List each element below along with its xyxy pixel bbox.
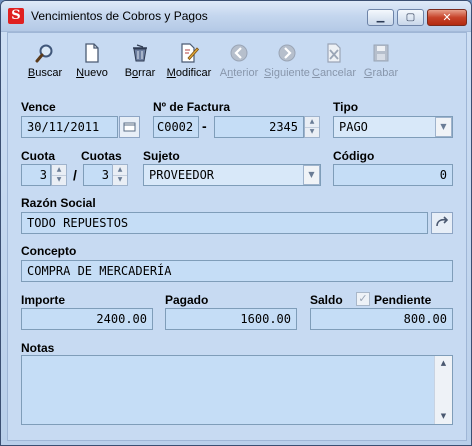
tipo-label: Tipo [333, 100, 359, 114]
concepto-label: Concepto [21, 244, 77, 258]
modificar-button[interactable]: Modificar [165, 43, 213, 85]
date-picker-button[interactable] [119, 116, 140, 138]
siguiente-button[interactable]: Siguiente [263, 43, 311, 85]
importe-field[interactable]: 2400.00 [21, 308, 153, 330]
razon-social-field[interactable]: TODO REPUESTOS [21, 212, 428, 234]
spin-down-icon: ▼ [309, 128, 315, 135]
cuota-label: Cuota [21, 149, 55, 163]
razon-social-label: Razón Social [21, 196, 96, 210]
spin-down-icon: ▼ [56, 176, 62, 183]
concepto-field[interactable]: COMPRA DE MERCADERÍA [21, 260, 453, 282]
codigo-label: Código [333, 149, 375, 163]
calendar-icon [123, 122, 136, 132]
sujeto-label: Sujeto [143, 149, 180, 163]
cuota-field[interactable]: 3 [21, 164, 51, 186]
cuota-separator: / [73, 167, 77, 183]
codigo-field[interactable]: 0 [333, 164, 453, 186]
close-button[interactable]: ✕ [427, 9, 467, 26]
modificar-label: Modificar [166, 67, 212, 79]
saldo-field[interactable]: 800.00 [310, 308, 453, 330]
anterior-button[interactable]: Anterior [217, 43, 261, 85]
notas-text [22, 356, 452, 358]
borrar-label: Borrar [124, 67, 156, 79]
title-bar[interactable]: S Vencimientos de Cobros y Pagos ▁ ▢ ✕ [1, 1, 471, 32]
cuotas-stepper[interactable]: ▲ ▼ [112, 164, 128, 186]
factura-separator: - [202, 118, 207, 134]
pagado-field[interactable]: 1600.00 [165, 308, 297, 330]
arrow-left-icon [230, 44, 248, 62]
search-icon [35, 44, 53, 63]
trash-icon [133, 44, 147, 62]
factura-label: Nº de Factura [153, 100, 231, 114]
spin-down-icon: ▼ [117, 176, 123, 183]
siguiente-label: Siguiente [264, 67, 310, 79]
cuota-stepper[interactable]: ▲ ▼ [51, 164, 67, 186]
redo-arrow-icon [436, 216, 449, 227]
pagado-label: Pagado [165, 293, 209, 307]
cuotas-field[interactable]: 3 [83, 164, 113, 186]
cuotas-label: Cuotas [81, 149, 122, 163]
cancelar-label: Cancelar [311, 67, 357, 79]
sujeto-select[interactable]: PROVEEDOR [143, 164, 321, 186]
pendiente-checkbox[interactable]: ✓ [356, 292, 370, 306]
cancelar-button[interactable]: Cancelar [311, 43, 357, 85]
factura-number-stepper[interactable]: ▲ ▼ [304, 116, 320, 138]
edit-document-icon [181, 43, 199, 63]
notas-textarea[interactable]: ▲ ▼ [21, 355, 453, 425]
app-logo-icon: S [8, 8, 24, 24]
notas-scrollbar[interactable]: ▲ ▼ [434, 356, 452, 424]
factura-prefix-field[interactable]: C0002 [153, 116, 199, 138]
maximize-button[interactable]: ▢ [397, 9, 424, 26]
buscar-button[interactable]: Buscar [25, 43, 65, 85]
notas-label: Notas [21, 341, 55, 355]
new-document-icon [85, 43, 99, 63]
factura-number-field[interactable]: 2345 [214, 116, 304, 138]
importe-label: Importe [21, 293, 66, 307]
nuevo-label: Nuevo [76, 67, 108, 79]
form-area: Buscar Nuevo Borrar Modificar Anterior S… [7, 32, 467, 441]
nuevo-button[interactable]: Nuevo [74, 43, 110, 85]
pendiente-label: Pendiente [374, 293, 432, 307]
vence-date-field[interactable]: 30/11/2011 [21, 116, 118, 138]
scroll-up-icon[interactable]: ▲ [435, 356, 452, 371]
anterior-label: Anterior [219, 67, 259, 79]
saldo-label: Saldo [310, 293, 343, 307]
minimize-icon: ▁ [376, 12, 385, 23]
save-icon [373, 44, 389, 62]
grabar-label: Grabar [363, 67, 399, 79]
close-icon: ✕ [442, 11, 452, 24]
grabar-button[interactable]: Grabar [362, 43, 400, 85]
chevron-down-icon[interactable]: ▼ [435, 117, 452, 137]
window-title: Vencimientos de Cobros y Pagos [31, 9, 208, 23]
cancel-icon [327, 43, 341, 63]
refresh-button[interactable] [431, 212, 453, 234]
buscar-label: Buscar [27, 67, 63, 79]
maximize-icon: ▢ [405, 12, 416, 23]
arrow-right-icon [278, 44, 296, 62]
app-window: S Vencimientos de Cobros y Pagos ▁ ▢ ✕ B… [0, 0, 472, 446]
vence-label: Vence [21, 100, 56, 114]
scroll-down-icon[interactable]: ▼ [435, 409, 452, 424]
borrar-button[interactable]: Borrar [120, 43, 160, 85]
chevron-down-icon[interactable]: ▼ [303, 165, 320, 185]
toolbar: Buscar Nuevo Borrar Modificar Anterior S… [8, 33, 466, 85]
minimize-button[interactable]: ▁ [367, 9, 394, 26]
